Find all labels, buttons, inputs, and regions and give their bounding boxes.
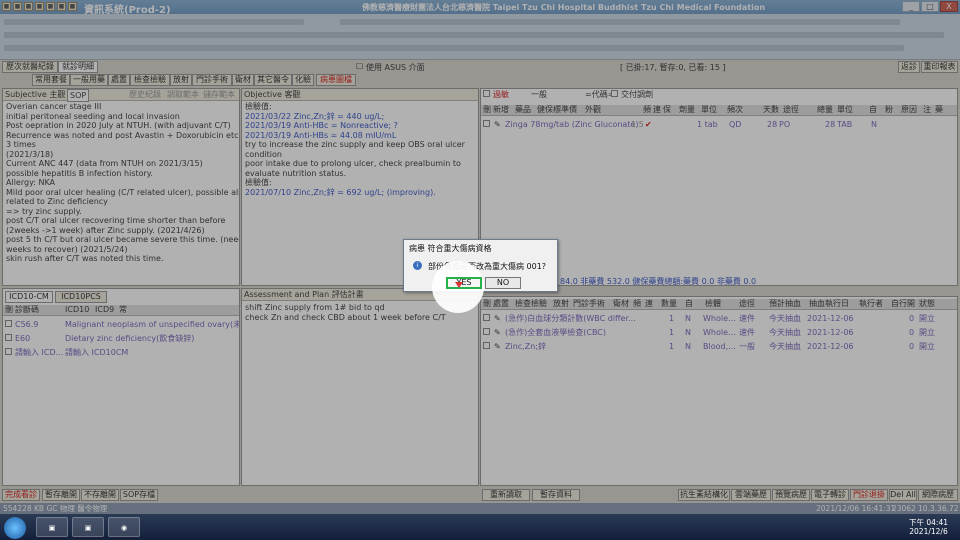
taskbar: ▣ ▣ ◉ 下午 04:41 2021/12/6 [0, 514, 960, 540]
taskbar-app-3[interactable]: ◉ [108, 517, 140, 537]
taskbar-app-1[interactable]: ▣ [36, 517, 68, 537]
taskbar-clock[interactable]: 下午 04:41 2021/12/6 [909, 518, 948, 536]
start-button[interactable] [4, 517, 26, 539]
clock-date: 2021/12/6 [909, 527, 948, 536]
cursor-marker-icon [455, 282, 463, 288]
taskbar-app-2[interactable]: ▣ [72, 517, 104, 537]
yes-button[interactable]: YES [446, 277, 482, 289]
no-button[interactable]: NO [485, 277, 521, 289]
dialog-buttons: YES NO [403, 239, 558, 292]
clock-time: 下午 04:41 [909, 518, 948, 527]
